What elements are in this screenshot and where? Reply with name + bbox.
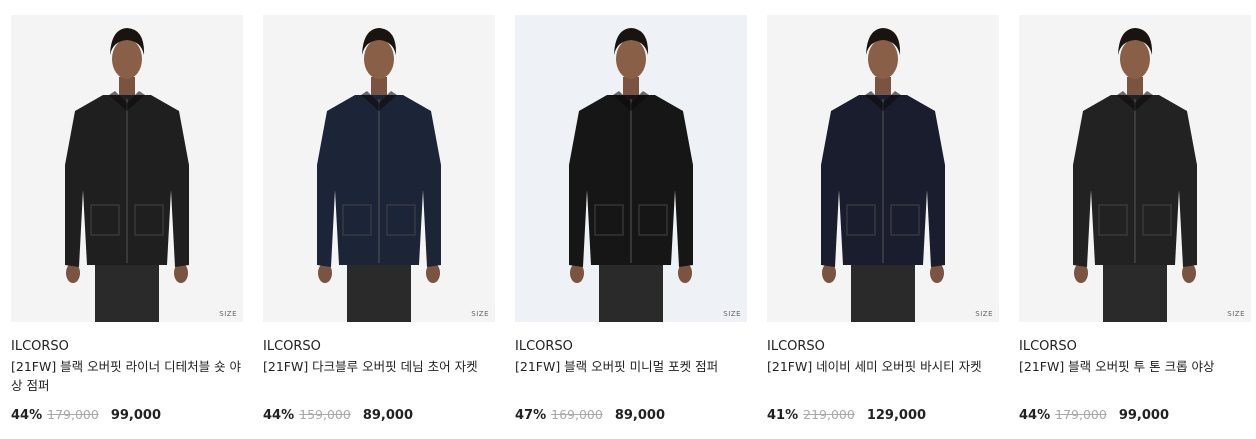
product-title[interactable]: [21FW] 블랙 오버핏 라이너 디테처블 숏 야상 점퍼	[11, 357, 243, 395]
price-row: 41% 219,000 129,000	[767, 407, 999, 423]
jacket-model-illustration	[569, 28, 693, 322]
face	[112, 39, 142, 79]
trousers	[347, 265, 411, 322]
original-price: 179,000	[47, 407, 99, 422]
trousers	[95, 265, 159, 322]
price-row: 44% 179,000 99,000	[1019, 407, 1251, 423]
sale-price: 89,000	[362, 408, 413, 423]
price-row: 44% 159,000 89,000	[263, 407, 495, 423]
neck	[623, 77, 639, 97]
product-card[interactable]: SIZE ILCORSO [21FW] 다크블루 오버핏 데님 초어 자켓 44…	[263, 15, 495, 423]
product-brand[interactable]: ILCORSO	[515, 339, 747, 355]
sale-price: 89,000	[614, 408, 665, 423]
product-card[interactable]: SIZE ILCORSO [21FW] 네이비 세미 오버핏 바시티 자켓 41…	[767, 15, 999, 423]
neck	[119, 77, 135, 97]
sale-price: 129,000	[866, 408, 927, 423]
product-image[interactable]: SIZE	[1019, 15, 1251, 322]
product-brand[interactable]: ILCORSO	[1019, 339, 1251, 355]
product-image[interactable]: SIZE	[767, 15, 999, 322]
product-card[interactable]: SIZE ILCORSO [21FW] 블랙 오버핏 라이너 디테처블 숏 야상…	[11, 15, 243, 423]
size-label[interactable]: SIZE	[723, 310, 741, 318]
product-title[interactable]: [21FW] 네이비 세미 오버핏 바시티 자켓	[767, 357, 999, 395]
original-price: 179,000	[1055, 407, 1107, 422]
discount-rate: 44%	[11, 408, 43, 423]
neck	[875, 77, 891, 97]
product-brand[interactable]: ILCORSO	[767, 339, 999, 355]
original-price: 159,000	[299, 407, 351, 422]
trousers	[1103, 265, 1167, 322]
product-title[interactable]: [21FW] 블랙 오버핏 투 톤 크롭 야상	[1019, 357, 1251, 395]
face	[868, 39, 898, 79]
product-title[interactable]: [21FW] 블랙 오버핏 미니멀 포켓 점퍼	[515, 357, 747, 395]
product-grid: SIZE ILCORSO [21FW] 블랙 오버핏 라이너 디테처블 숏 야상…	[11, 15, 1251, 423]
price-row: 44% 179,000 99,000	[11, 407, 243, 423]
face	[1120, 39, 1150, 79]
size-label[interactable]: SIZE	[1227, 310, 1245, 318]
discount-rate: 47%	[515, 408, 547, 423]
discount-rate: 44%	[263, 408, 295, 423]
product-card[interactable]: SIZE ILCORSO [21FW] 블랙 오버핏 미니멀 포켓 점퍼 47%…	[515, 15, 747, 423]
size-label[interactable]: SIZE	[975, 310, 993, 318]
sale-price: 99,000	[1118, 408, 1169, 423]
product-brand[interactable]: ILCORSO	[263, 339, 495, 355]
discount-rate: 41%	[767, 408, 799, 423]
product-image[interactable]: SIZE	[11, 15, 243, 322]
original-price: 219,000	[803, 407, 855, 422]
neck	[371, 77, 387, 97]
product-brand[interactable]: ILCORSO	[11, 339, 243, 355]
trousers	[851, 265, 915, 322]
product-image[interactable]: SIZE	[263, 15, 495, 322]
trousers	[599, 265, 663, 322]
price-row: 47% 169,000 89,000	[515, 407, 747, 423]
neck	[1127, 77, 1143, 97]
original-price: 169,000	[551, 407, 603, 422]
product-card[interactable]: SIZE ILCORSO [21FW] 블랙 오버핏 투 톤 크롭 야상 44%…	[1019, 15, 1251, 423]
jacket-model-illustration	[317, 28, 441, 322]
product-title[interactable]: [21FW] 다크블루 오버핏 데님 초어 자켓	[263, 357, 495, 395]
face	[364, 39, 394, 79]
jacket-model-illustration	[821, 28, 945, 322]
face	[616, 39, 646, 79]
sale-price: 99,000	[110, 408, 161, 423]
size-label[interactable]: SIZE	[471, 310, 489, 318]
product-image[interactable]: SIZE	[515, 15, 747, 322]
size-label[interactable]: SIZE	[219, 310, 237, 318]
jacket-model-illustration	[1073, 28, 1197, 322]
jacket-model-illustration	[65, 28, 189, 322]
discount-rate: 44%	[1019, 408, 1051, 423]
